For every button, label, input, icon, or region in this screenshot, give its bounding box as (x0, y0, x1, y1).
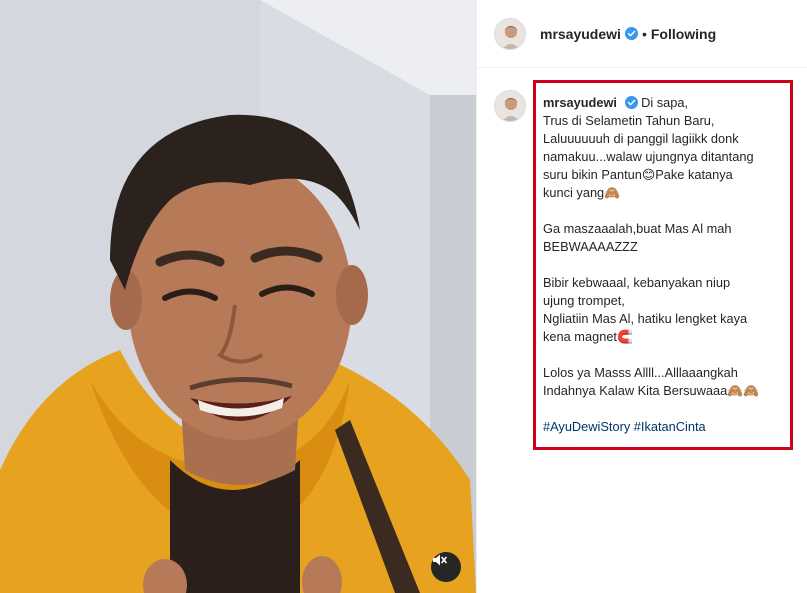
avatar-image (495, 91, 525, 121)
speaker-muted-icon (433, 554, 447, 566)
post-video[interactable] (0, 0, 476, 593)
video-frame-image (0, 0, 476, 593)
caption-text-line: Laluuuuuuh di panggil lagiikk donk (543, 131, 739, 146)
following-button[interactable]: Following (651, 26, 716, 42)
avatar-image (495, 18, 525, 49)
caption-text-line: kena magnet🧲 (543, 329, 633, 344)
verified-badge-icon (624, 27, 638, 40)
caption-text-line: Indahnya Kalaw Kita Bersuwaaa🙈🙈 (543, 383, 760, 398)
caption-text-line: Lolos ya Masss Allll...Alllaaangkah (543, 365, 738, 380)
caption-text-line: BEBWAAAAZZZ (543, 239, 638, 254)
caption-text-line: Bibir kebwaaal, kebanyakan niup (543, 275, 731, 290)
author-avatar[interactable] (494, 17, 526, 50)
caption-author-avatar[interactable] (494, 90, 526, 122)
verified-badge-icon (624, 96, 638, 109)
caption-line: mrsayudewi Di sapa, (543, 94, 783, 112)
author-username[interactable]: mrsayudewi (540, 26, 621, 42)
mute-button[interactable] (431, 552, 461, 582)
caption-text-line: ujung trompet, (543, 293, 625, 308)
post-header: mrsayudewi • Following (477, 0, 807, 68)
caption-text-line: suru bikin Pantun😊Pake katanya (543, 167, 733, 182)
caption-text-line: Di sapa, (641, 95, 689, 110)
caption-username[interactable]: mrsayudewi (543, 95, 617, 110)
caption-text-line: Ga maszaaalah,buat Mas Al mah (543, 221, 732, 236)
caption-hashtags: #AyuDewiStory #IkatanCinta (543, 418, 783, 436)
caption-text-line: kunci yang🙈 (543, 185, 621, 200)
hashtag-link[interactable]: #AyuDewiStory #IkatanCinta (543, 419, 706, 434)
caption-text-line: namakuu...walaw ujungnya ditantang (543, 149, 754, 164)
separator-dot: • (641, 25, 647, 42)
caption-text-line: Ngliatiin Mas Al, hatiku lengket kaya (543, 311, 748, 326)
caption-text-line: Trus di Selametin Tahun Baru, (543, 113, 715, 128)
post-caption: mrsayudewi Di sapa, Trus di Selametin Ta… (543, 94, 783, 436)
